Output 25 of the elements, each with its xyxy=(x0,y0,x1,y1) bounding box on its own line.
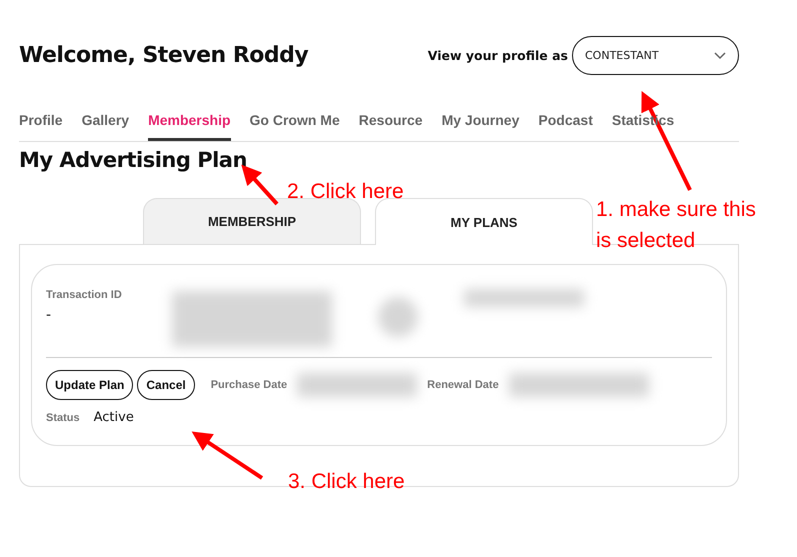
plan-button[interactable]: Update Plan xyxy=(46,370,134,400)
transaction-id-value: - xyxy=(46,307,52,323)
nav-tab[interactable]: Membership xyxy=(148,108,231,141)
nav-tab[interactable]: Gallery xyxy=(82,108,130,141)
nav-tab[interactable]: Podcast xyxy=(538,108,593,141)
nav-tab[interactable]: Profile xyxy=(19,108,63,141)
annotation-text: 3. Click here xyxy=(288,470,405,494)
transaction-id-label: Transaction ID xyxy=(46,289,123,301)
plan-tab[interactable]: MEMBERSHIP xyxy=(143,198,361,244)
purchase-date-label: Purchase Date xyxy=(210,379,288,391)
section-title: My Advertising Plan xyxy=(19,148,248,172)
nav-tab[interactable]: Resource xyxy=(358,108,423,141)
profile-role-dropdown[interactable]: CONTESTANT xyxy=(572,36,739,75)
nav-tab[interactable]: Go Crown Me xyxy=(250,108,340,141)
nav-tab[interactable]: My Journey xyxy=(442,108,520,141)
status-value: Active xyxy=(94,410,134,425)
view-as-label: View your profile as xyxy=(428,48,568,63)
chevron-down-icon xyxy=(714,52,726,60)
annotation-arrow xyxy=(192,431,264,480)
status-label: Status xyxy=(46,412,80,424)
plan-button[interactable]: Cancel xyxy=(137,370,195,400)
plan-tab[interactable]: MY PLANS xyxy=(375,198,593,245)
welcome-title: Welcome, Steven Roddy xyxy=(19,43,308,68)
annotation-text: 1. make sure this is selected xyxy=(596,197,757,254)
renewal-date-label: Renewal Date xyxy=(427,379,499,391)
